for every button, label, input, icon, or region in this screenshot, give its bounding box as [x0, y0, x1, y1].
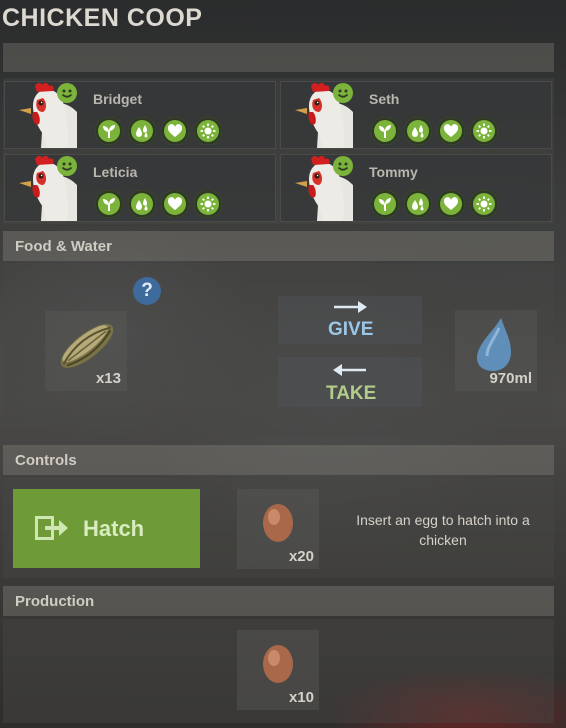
chicken-name: Tommy	[369, 164, 418, 180]
sun-icon	[194, 190, 222, 218]
corn-seed-icon	[60, 324, 114, 368]
heart-icon	[437, 190, 465, 218]
top-bar	[3, 43, 554, 72]
arrow-left-icon	[333, 364, 366, 376]
chicken-card[interactable]: Leticia	[4, 154, 276, 222]
plant-icon	[371, 117, 399, 145]
arrow-right-icon	[334, 301, 367, 313]
give-label: GIVE	[328, 319, 374, 340]
egg-icon	[263, 645, 293, 683]
production-egg-slot[interactable]: x10	[237, 630, 319, 710]
chicken-name: Leticia	[93, 164, 138, 180]
heart-icon	[161, 117, 189, 145]
water-drop-icon	[477, 318, 511, 371]
sun-icon	[470, 117, 498, 145]
hatch-label: Hatch	[83, 516, 145, 541]
water-qty: 970ml	[489, 370, 532, 387]
production-egg-qty: x10	[288, 689, 314, 706]
egg-slot[interactable]: x20	[237, 489, 319, 569]
hatch-description: Insert an egg to hatch into a chicken	[356, 512, 530, 548]
chicken-name: Seth	[369, 91, 400, 107]
sun-icon	[470, 190, 498, 218]
take-button[interactable]: TAKE	[278, 357, 422, 407]
smile-icon	[333, 156, 353, 176]
food-slot[interactable]: x13	[45, 311, 127, 391]
water-drops-icon	[128, 117, 156, 145]
food-qty: x13	[95, 370, 121, 387]
give-button[interactable]: GIVE	[278, 296, 422, 344]
chicken-card[interactable]: Bridget	[4, 81, 276, 149]
smile-icon	[57, 156, 77, 176]
chicken-card[interactable]: Seth	[280, 81, 552, 149]
plant-icon	[95, 117, 123, 145]
water-drops-icon	[404, 117, 432, 145]
water-drops-icon	[404, 190, 432, 218]
sun-icon	[194, 117, 222, 145]
food-water-title: Food & Water	[15, 238, 112, 255]
chicken-name: Bridget	[93, 91, 142, 107]
smile-icon	[333, 83, 353, 103]
take-label: TAKE	[326, 383, 377, 404]
plant-icon	[95, 190, 123, 218]
water-slot[interactable]: 970ml	[455, 310, 537, 391]
heart-icon	[437, 117, 465, 145]
chicken-card[interactable]: Tommy	[280, 154, 552, 222]
production-title: Production	[15, 593, 95, 610]
production-header: Production	[3, 586, 554, 616]
heart-icon	[161, 190, 189, 218]
hatch-button[interactable]: Hatch	[13, 489, 200, 568]
plant-icon	[371, 190, 399, 218]
smile-icon	[57, 83, 77, 103]
window-title: CHICKEN COOP	[2, 4, 203, 32]
controls-header: Controls	[3, 445, 554, 475]
help-button[interactable]: ?	[133, 277, 161, 305]
egg-icon	[263, 504, 293, 542]
water-drops-icon	[128, 190, 156, 218]
controls-title: Controls	[15, 452, 77, 469]
food-water-header: Food & Water	[3, 231, 554, 261]
insert-arrow-icon	[35, 516, 68, 540]
egg-qty: x20	[288, 548, 314, 565]
